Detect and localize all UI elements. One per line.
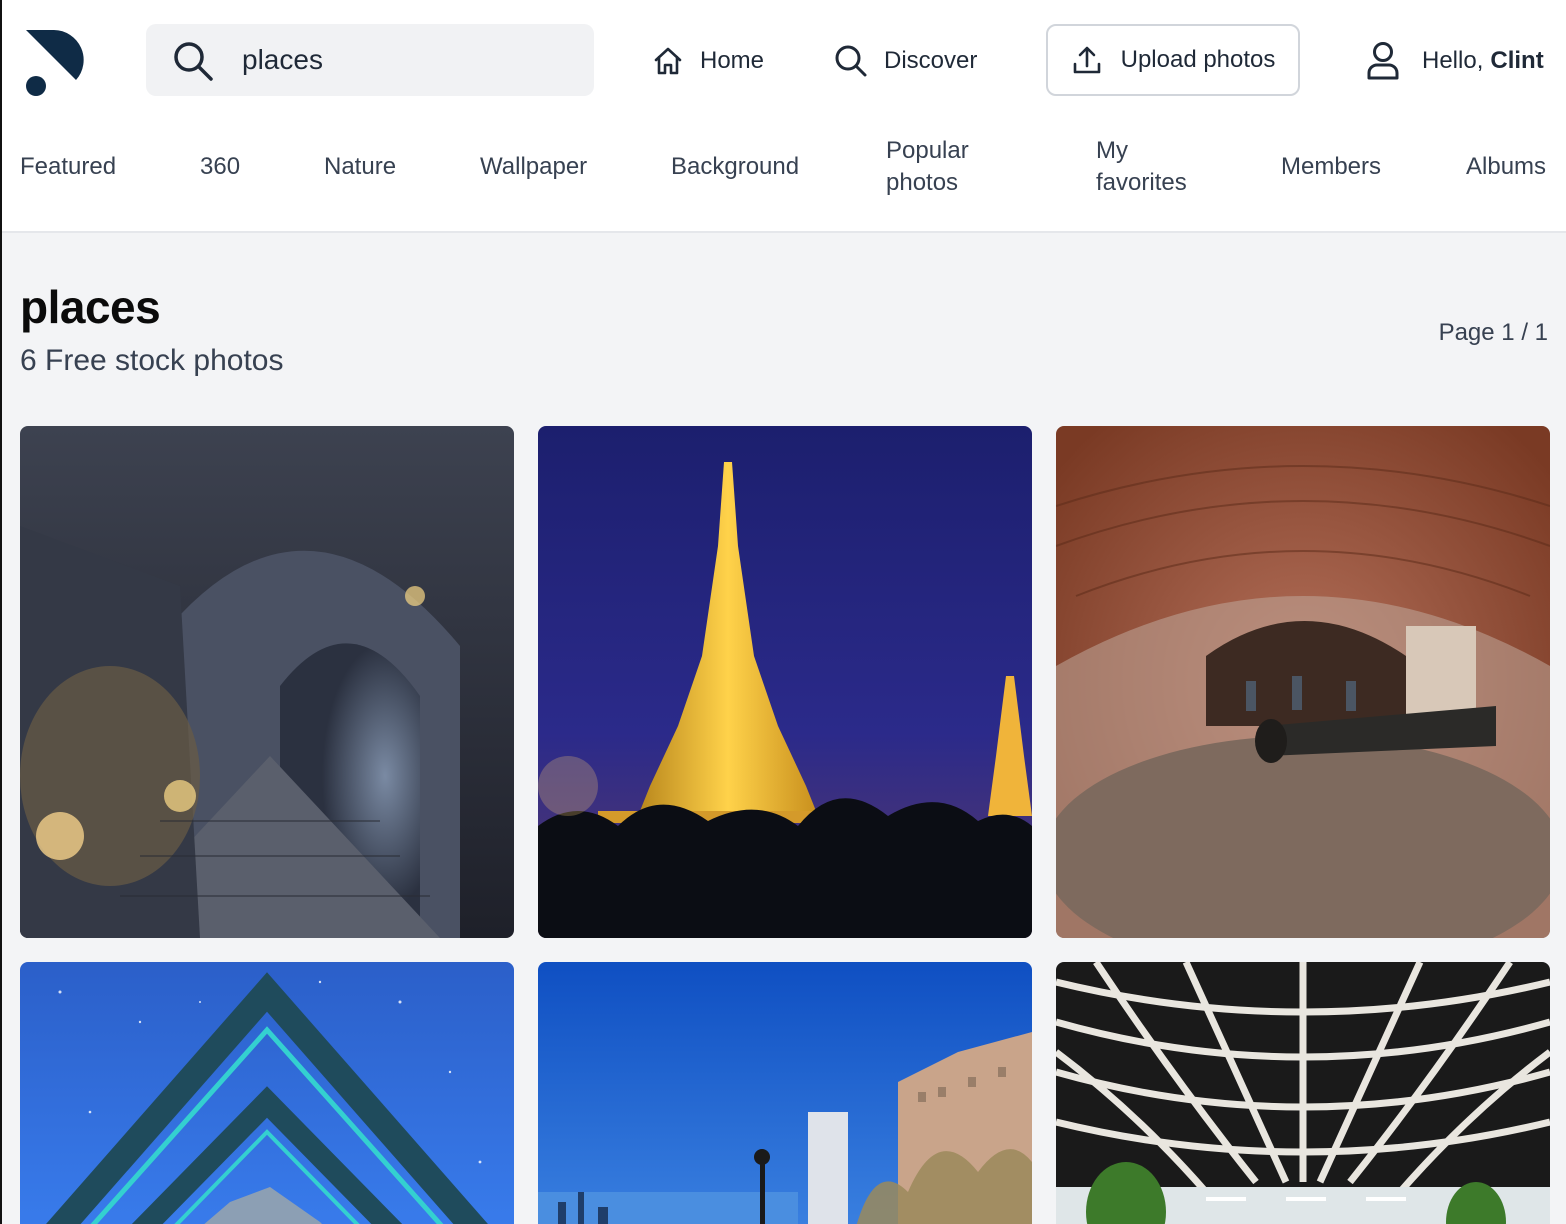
photo-card-dungeon-corridor[interactable] xyxy=(20,426,514,938)
results-count: 6 Free stock photos xyxy=(20,344,284,377)
photo-card-starry-triangles[interactable] xyxy=(20,962,514,1224)
photo-golden-pagoda xyxy=(538,426,1032,938)
search-box[interactable] xyxy=(146,24,594,96)
nav-discover[interactable]: Discover xyxy=(834,38,977,84)
category-favorites-line1: My xyxy=(1096,137,1128,164)
top-header: Home Discover Upload photos Hello, Clint… xyxy=(2,0,1566,233)
search-icon xyxy=(174,42,213,81)
photo-waterfront-city xyxy=(538,962,1032,1224)
home-icon xyxy=(654,47,682,75)
category-popular-line2: photos xyxy=(886,169,959,196)
greeting: Hello, xyxy=(1422,47,1484,74)
search-icon xyxy=(835,45,867,77)
brand-logo[interactable] xyxy=(24,26,86,96)
category-members[interactable]: Members xyxy=(1281,151,1381,183)
user-icon xyxy=(1367,42,1399,80)
category-my-favorites[interactable]: My favorites xyxy=(1096,135,1187,199)
photo-brick-vault-cannon xyxy=(1056,426,1550,938)
photo-card-golden-pagoda[interactable] xyxy=(538,426,1032,938)
photo-card-ceiling-lattice[interactable] xyxy=(1056,962,1550,1224)
category-popular-line1: Popular xyxy=(886,137,969,164)
category-background[interactable]: Background xyxy=(671,151,799,183)
category-favorites-line2: favorites xyxy=(1096,169,1187,196)
photo-ceiling-lattice xyxy=(1056,962,1550,1224)
page-title: places xyxy=(20,281,161,333)
category-360[interactable]: 360 xyxy=(200,151,240,183)
nav-home-label: Home xyxy=(700,47,765,74)
category-featured[interactable]: Featured xyxy=(20,151,116,183)
category-albums[interactable]: Albums xyxy=(1466,151,1546,183)
photo-card-waterfront-city[interactable] xyxy=(538,962,1032,1224)
photo-starry-triangles xyxy=(20,962,514,1224)
nav-discover-label: Discover xyxy=(884,47,978,74)
upload-photos-label: Upload photos xyxy=(1120,46,1276,73)
upload-icon xyxy=(1073,46,1100,74)
upload-photos-button[interactable]: Upload photos xyxy=(1046,24,1300,96)
category-popular-photos[interactable]: Popular photos xyxy=(886,135,969,199)
photo-card-brick-vault-cannon[interactable] xyxy=(1056,426,1550,938)
user-menu[interactable]: Hello, Clint xyxy=(1366,38,1544,84)
search-input[interactable] xyxy=(242,38,572,82)
nav-home[interactable]: Home xyxy=(652,38,764,84)
username: Clint xyxy=(1490,47,1544,74)
photo-dungeon-corridor xyxy=(20,426,514,938)
category-nature[interactable]: Nature xyxy=(324,151,396,183)
page-indicator: Page 1 / 1 xyxy=(1438,319,1548,346)
category-wallpaper[interactable]: Wallpaper xyxy=(480,151,587,183)
